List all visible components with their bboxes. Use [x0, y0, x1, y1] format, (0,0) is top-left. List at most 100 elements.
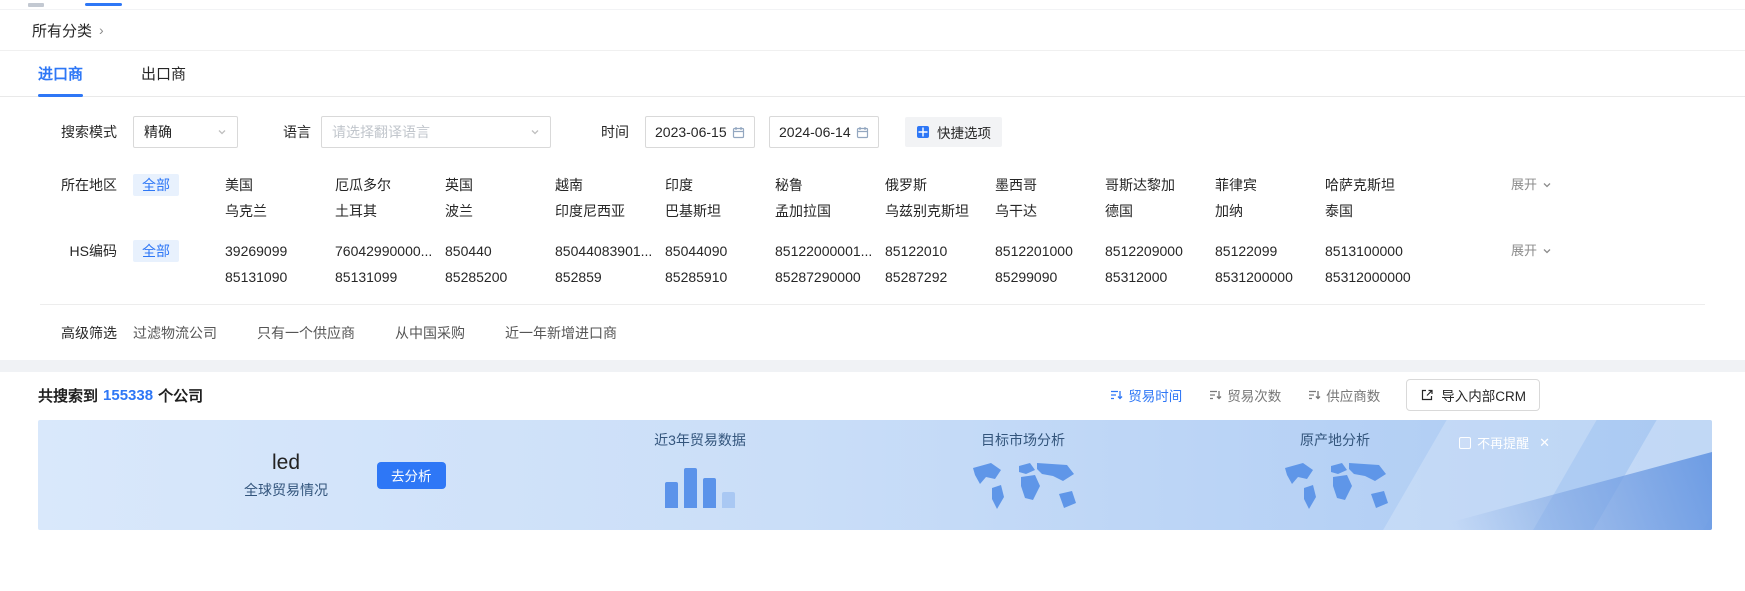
- region-tag[interactable]: 孟加拉国: [775, 198, 885, 224]
- region-tag[interactable]: 哥斯达黎加: [1105, 172, 1215, 198]
- hscode-tag[interactable]: 85131099: [335, 264, 445, 290]
- calendar-icon: [856, 126, 869, 139]
- search-mode-label: 搜索模式: [55, 122, 117, 142]
- tab-importers[interactable]: 进口商: [38, 51, 83, 96]
- import-crm-label: 导入内部CRM: [1441, 385, 1526, 405]
- breadcrumb[interactable]: 所有分类 ›: [32, 20, 104, 41]
- advanced-filter-option[interactable]: 近一年新增进口商: [505, 323, 617, 343]
- hscode-tag[interactable]: 8512201000: [995, 238, 1105, 264]
- hscode-tag[interactable]: 85312000: [1105, 264, 1215, 290]
- region-tag[interactable]: 乌克兰: [225, 198, 335, 224]
- banner-item-label: 近3年贸易数据: [654, 430, 746, 450]
- hscode-tag[interactable]: 85287292: [885, 264, 995, 290]
- hscode-tag[interactable]: 85044090: [665, 238, 775, 264]
- advanced-filter-option[interactable]: 从中国采购: [395, 323, 465, 343]
- region-tag[interactable]: 哈萨克斯坦: [1325, 172, 1435, 198]
- hscode-tag[interactable]: 39269099: [225, 238, 335, 264]
- region-tag[interactable]: 乌兹别克斯坦: [885, 198, 995, 224]
- import-crm-button[interactable]: 导入内部CRM: [1406, 379, 1540, 411]
- dont-remind-checkbox[interactable]: [1459, 437, 1471, 449]
- region-tag[interactable]: 英国: [445, 172, 555, 198]
- world-map-icon: [967, 458, 1079, 516]
- search-controls-row: 搜索模式 精确 语言 请选择翻译语言 时间 2023-06-15: [0, 116, 1745, 148]
- divider: [40, 304, 1705, 305]
- advanced-filter-option[interactable]: 过滤物流公司: [133, 323, 217, 343]
- date-from-value: 2023-06-15: [655, 124, 727, 140]
- region-tag[interactable]: 美国: [225, 172, 335, 198]
- region-tag[interactable]: 印度尼西亚: [555, 198, 665, 224]
- hscode-all-tag[interactable]: 全部: [133, 240, 179, 262]
- hscode-tag[interactable]: 85299090: [995, 264, 1105, 290]
- region-expand-label: 展开: [1511, 172, 1537, 198]
- filter-section: 搜索模式 精确 语言 请选择翻译语言 时间 2023-06-15: [0, 97, 1745, 360]
- date-to-value: 2024-06-14: [779, 124, 851, 140]
- language-select[interactable]: 请选择翻译语言: [321, 116, 551, 148]
- hscode-tag[interactable]: 85287290000: [775, 264, 885, 290]
- date-from-input[interactable]: 2023-06-15: [645, 116, 755, 148]
- region-tag[interactable]: 墨西哥: [995, 172, 1105, 198]
- close-icon[interactable]: ✕: [1539, 435, 1550, 451]
- region-tag[interactable]: 菲律宾: [1215, 172, 1325, 198]
- region-tag[interactable]: 加纳: [1215, 198, 1325, 224]
- quick-options-button[interactable]: 快捷选项: [905, 117, 1002, 147]
- region-tag[interactable]: 俄罗斯: [885, 172, 995, 198]
- sort-supplier-count[interactable]: 供应商数: [1307, 385, 1380, 405]
- calendar-icon: [732, 126, 745, 139]
- chevron-down-icon: [1542, 180, 1552, 190]
- region-tag[interactable]: 印度: [665, 172, 775, 198]
- sort-trade-time[interactable]: 贸易时间: [1109, 385, 1182, 405]
- date-to-input[interactable]: 2024-06-14: [769, 116, 879, 148]
- region-tag[interactable]: 乌干达: [995, 198, 1105, 224]
- hscode-tag-grid: 3926909976042990000...85044085044083901.…: [225, 238, 1435, 290]
- sort-trade-count[interactable]: 贸易次数: [1208, 385, 1281, 405]
- chevron-down-icon: [530, 127, 540, 137]
- hscode-tag[interactable]: 8513100000: [1325, 238, 1435, 264]
- region-tag[interactable]: 德国: [1105, 198, 1215, 224]
- tab-exporters[interactable]: 出口商: [141, 51, 186, 96]
- hscode-tag[interactable]: 76042990000...: [335, 238, 445, 264]
- search-mode-select[interactable]: 精确: [133, 116, 238, 148]
- analyze-button[interactable]: 去分析: [377, 462, 446, 489]
- region-tag[interactable]: 巴基斯坦: [665, 198, 775, 224]
- hscode-tag[interactable]: 85312000000: [1325, 264, 1435, 290]
- region-tag[interactable]: 厄瓜多尔: [335, 172, 445, 198]
- dismiss-group: 不再提醒 ✕: [1459, 433, 1550, 452]
- hscode-tag[interactable]: 85044083901...: [555, 238, 665, 264]
- hscode-tag[interactable]: 85122099: [1215, 238, 1325, 264]
- breadcrumb-label: 所有分类: [32, 20, 92, 41]
- region-tag[interactable]: 秘鲁: [775, 172, 885, 198]
- hscode-tag[interactable]: 850440: [445, 238, 555, 264]
- advanced-filter-option[interactable]: 只有一个供应商: [257, 323, 355, 343]
- hscode-tag[interactable]: 852859: [555, 264, 665, 290]
- sort-icon: [1109, 388, 1123, 402]
- hscode-tag[interactable]: 85285910: [665, 264, 775, 290]
- region-tag[interactable]: 泰国: [1325, 198, 1435, 224]
- hscode-tag[interactable]: 85285200: [445, 264, 555, 290]
- banner-keyword-block: led 全球贸易情况: [221, 450, 351, 500]
- banner-keyword: led: [221, 450, 351, 476]
- region-tag[interactable]: 波兰: [445, 198, 555, 224]
- region-expand-link[interactable]: 展开: [1511, 172, 1552, 198]
- advanced-filter-row: 高级筛选 过滤物流公司只有一个供应商从中国采购近一年新增进口商: [0, 320, 1745, 346]
- banner-item-label: 原产地分析: [1300, 430, 1370, 450]
- hscode-tag[interactable]: 8531200000: [1215, 264, 1325, 290]
- sort-icon: [1307, 388, 1321, 402]
- hscode-filter-row: HS编码 全部 3926909976042990000...8504408504…: [0, 238, 1745, 290]
- hscode-expand-link[interactable]: 展开: [1511, 238, 1552, 264]
- hscode-tag[interactable]: 8512209000: [1105, 238, 1215, 264]
- hscode-tag[interactable]: 85122010: [885, 238, 995, 264]
- results-section: 共搜索到 155338 个公司 贸易时间 贸易次数: [0, 372, 1745, 578]
- grid-icon: [916, 125, 930, 139]
- breadcrumb-row: 所有分类 ›: [0, 10, 1745, 51]
- results-count-suffix: 个公司: [158, 385, 203, 406]
- active-tab-indicator: [85, 3, 122, 6]
- banner-item-label: 目标市场分析: [981, 430, 1065, 450]
- hscode-tag[interactable]: 85122000001...: [775, 238, 885, 264]
- language-label: 语言: [283, 122, 311, 142]
- hscode-tag[interactable]: 85131090: [225, 264, 335, 290]
- region-tag[interactable]: 土耳其: [335, 198, 445, 224]
- page: 所有分类 › 进口商 出口商 搜索模式 精确 语言 请选择翻译语言: [0, 0, 1745, 578]
- region-all-tag[interactable]: 全部: [133, 174, 179, 196]
- language-placeholder: 请选择翻译语言: [332, 122, 430, 142]
- region-tag[interactable]: 越南: [555, 172, 665, 198]
